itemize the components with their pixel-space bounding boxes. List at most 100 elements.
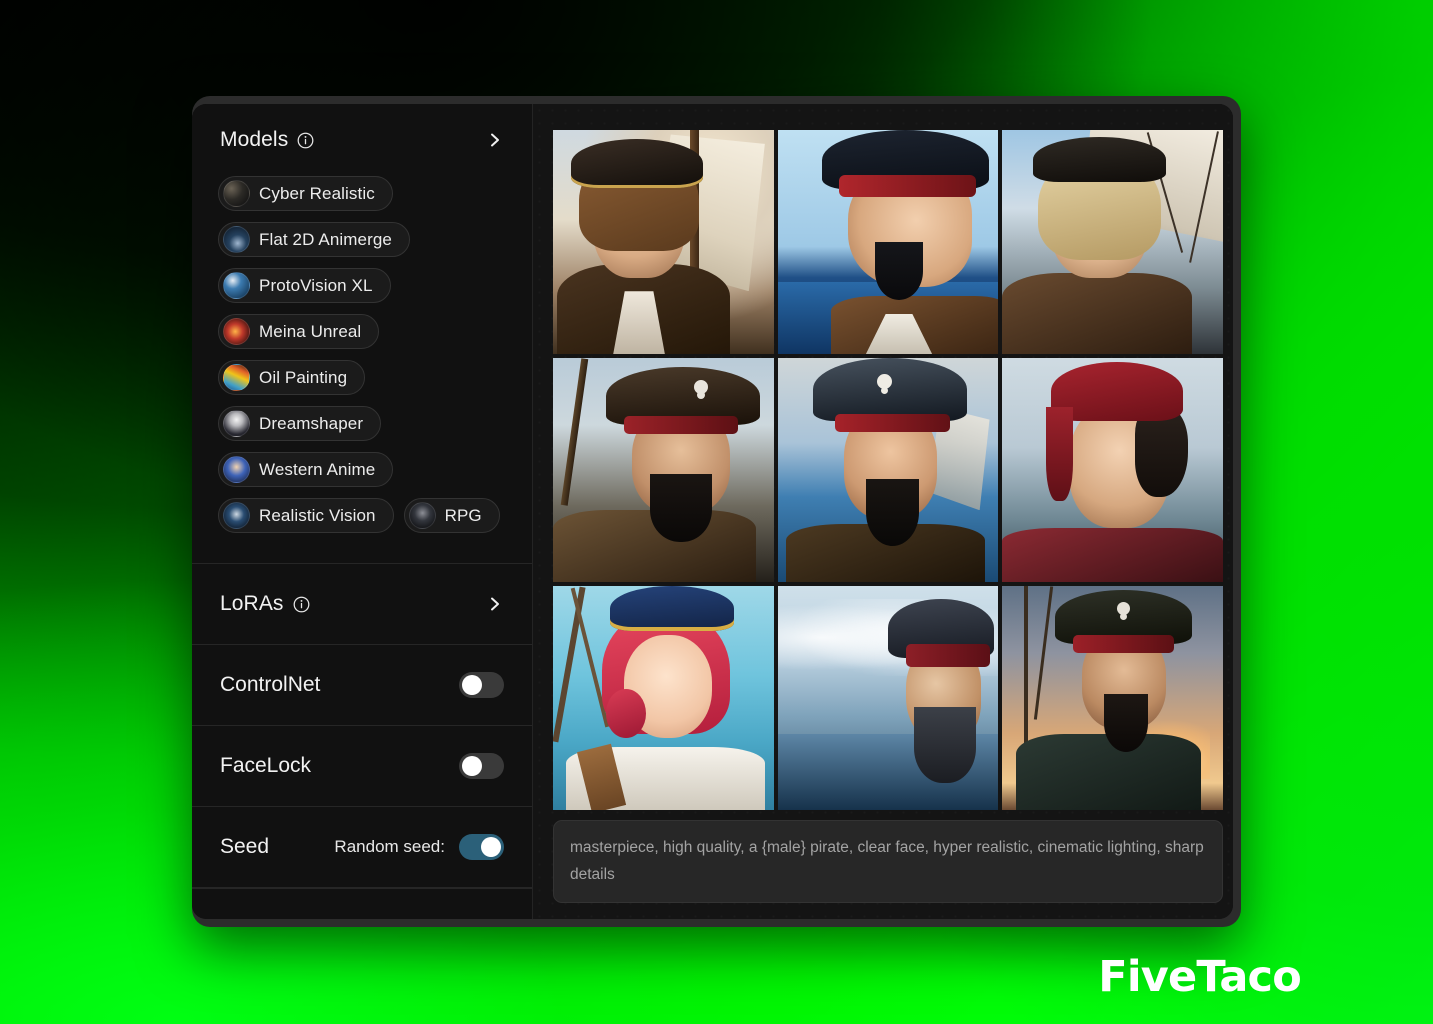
art-layer-beard — [874, 242, 924, 301]
gallery-image-art — [1002, 358, 1223, 582]
gallery-image[interactable] — [1002, 130, 1223, 354]
model-pill-label: Oil Painting — [259, 367, 348, 387]
gallery-image[interactable] — [777, 130, 999, 354]
sidebar: Models Cyber Realistic Flat 2D Animerge … — [192, 104, 532, 919]
toggle-knob — [481, 837, 501, 857]
models-title: Models — [220, 128, 289, 151]
seed-row: Seed Random seed: — [192, 807, 532, 887]
controlnet-toggle[interactable] — [459, 672, 504, 698]
facelock-label: FaceLock — [220, 754, 312, 777]
model-pill-label: Cyber Realistic — [259, 183, 375, 203]
controlnet-row: ControlNet — [192, 645, 532, 725]
model-pill-label: RPG — [444, 505, 482, 525]
model-thumbnail-icon — [223, 456, 250, 483]
model-thumbnail-icon — [408, 502, 436, 529]
model-pill[interactable]: Dreamshaper — [218, 406, 382, 441]
gallery-image[interactable] — [553, 130, 774, 354]
sidebar-section-seed: Seed Random seed: — [192, 807, 532, 888]
chevron-right-icon[interactable] — [486, 595, 504, 613]
art-layer-skull — [876, 373, 892, 389]
model-thumbnail-icon — [223, 180, 250, 207]
facelock-row: FaceLock — [192, 726, 532, 806]
art-layer-band — [905, 644, 990, 667]
gallery-image[interactable] — [553, 358, 774, 582]
random-seed-toggle[interactable] — [459, 834, 504, 860]
art-layer-beard — [1103, 693, 1148, 752]
gallery-image[interactable] — [777, 586, 999, 810]
art-layer-band — [835, 414, 950, 432]
model-pill[interactable]: Western Anime — [218, 452, 394, 487]
gallery-image-art — [777, 130, 999, 354]
loras-title: LoRAs — [220, 592, 284, 615]
model-thumbnail-icon — [223, 226, 250, 253]
art-layer-rig — [1024, 586, 1029, 752]
art-layer-beard — [914, 706, 977, 784]
prompt-textbox[interactable]: masterpiece, high quality, a {male} pira… — [553, 820, 1223, 904]
info-circle-icon[interactable] — [297, 132, 314, 149]
fivetaco-logo: FiveTaco — [1098, 952, 1302, 1002]
model-pill[interactable]: Cyber Realistic — [218, 176, 393, 211]
art-layer-hat — [570, 138, 704, 189]
sidebar-section-facelock: FaceLock — [192, 726, 532, 807]
art-layer-beard — [650, 474, 712, 542]
model-pill[interactable]: Realistic Vision — [218, 498, 394, 533]
toggle-knob — [462, 756, 482, 776]
art-layer-hat — [812, 358, 968, 421]
gallery-image-art — [553, 586, 774, 810]
controlnet-label: ControlNet — [220, 673, 321, 696]
art-layer-hat — [1033, 136, 1166, 182]
art-layer-tail — [1046, 407, 1073, 502]
facelock-toggle[interactable] — [459, 753, 504, 779]
loras-header[interactable]: LoRAs — [192, 564, 532, 644]
art-layer-rig2 — [1033, 586, 1054, 721]
model-pill[interactable]: Flat 2D Animerge — [218, 222, 410, 257]
gallery-image-art — [553, 130, 774, 354]
toggle-knob — [462, 675, 482, 695]
model-pill[interactable]: Meina Unreal — [218, 314, 380, 349]
art-layer-rig1 — [553, 586, 586, 743]
gallery-image[interactable] — [1002, 586, 1223, 810]
gallery-image-art — [777, 586, 999, 810]
gallery-image-art — [1002, 586, 1223, 810]
art-layer-coat — [1015, 733, 1201, 810]
gallery-image[interactable] — [777, 358, 999, 582]
seed-label: Seed — [220, 835, 270, 858]
art-layer-hair — [1134, 407, 1188, 497]
art-layer-bun — [605, 689, 646, 739]
art-layer-band — [1072, 635, 1175, 654]
model-pill[interactable]: ProtoVision XL — [218, 268, 391, 303]
art-layer-coat — [1002, 528, 1223, 582]
random-seed-label: Random seed: — [334, 837, 445, 856]
gallery-image-art — [553, 358, 774, 582]
chevron-right-icon[interactable] — [486, 131, 504, 149]
art-layer-band — [839, 174, 977, 198]
app-window: Models Cyber Realistic Flat 2D Animerge … — [192, 96, 1241, 927]
gallery-image[interactable] — [553, 586, 774, 810]
model-thumbnail-icon — [223, 272, 250, 299]
gallery-image[interactable] — [1002, 358, 1223, 582]
model-pill-label: ProtoVision XL — [259, 275, 373, 295]
model-pill[interactable]: Oil Painting — [218, 360, 366, 395]
info-circle-icon[interactable] — [293, 596, 310, 613]
art-layer-hat — [610, 586, 734, 631]
art-layer-skull — [1117, 601, 1131, 615]
model-thumbnail-icon — [223, 410, 250, 437]
models-header[interactable]: Models — [192, 104, 532, 176]
sidebar-filler — [192, 888, 532, 919]
image-gallery-grid — [553, 130, 1223, 810]
model-pill[interactable]: RPG — [403, 498, 500, 533]
app-body: Models Cyber Realistic Flat 2D Animerge … — [192, 104, 1233, 919]
model-pill-label: Realistic Vision — [259, 505, 376, 525]
art-layer-coat — [1002, 273, 1193, 354]
sidebar-section-loras: LoRAs — [192, 564, 532, 645]
gallery-image-art — [1002, 130, 1223, 354]
art-layer-beard — [865, 478, 919, 547]
model-pill-label: Western Anime — [259, 459, 376, 479]
model-pill-label: Meina Unreal — [259, 321, 362, 341]
model-pill-list: Cyber Realistic Flat 2D Animerge ProtoVisi… — [192, 176, 532, 563]
model-thumbnail-icon — [223, 318, 250, 345]
sidebar-section-models: Models Cyber Realistic Flat 2D Animerge … — [192, 104, 532, 564]
art-layer-mast — [560, 358, 588, 506]
gallery-image-art — [777, 358, 999, 582]
model-thumbnail-icon — [223, 364, 250, 391]
